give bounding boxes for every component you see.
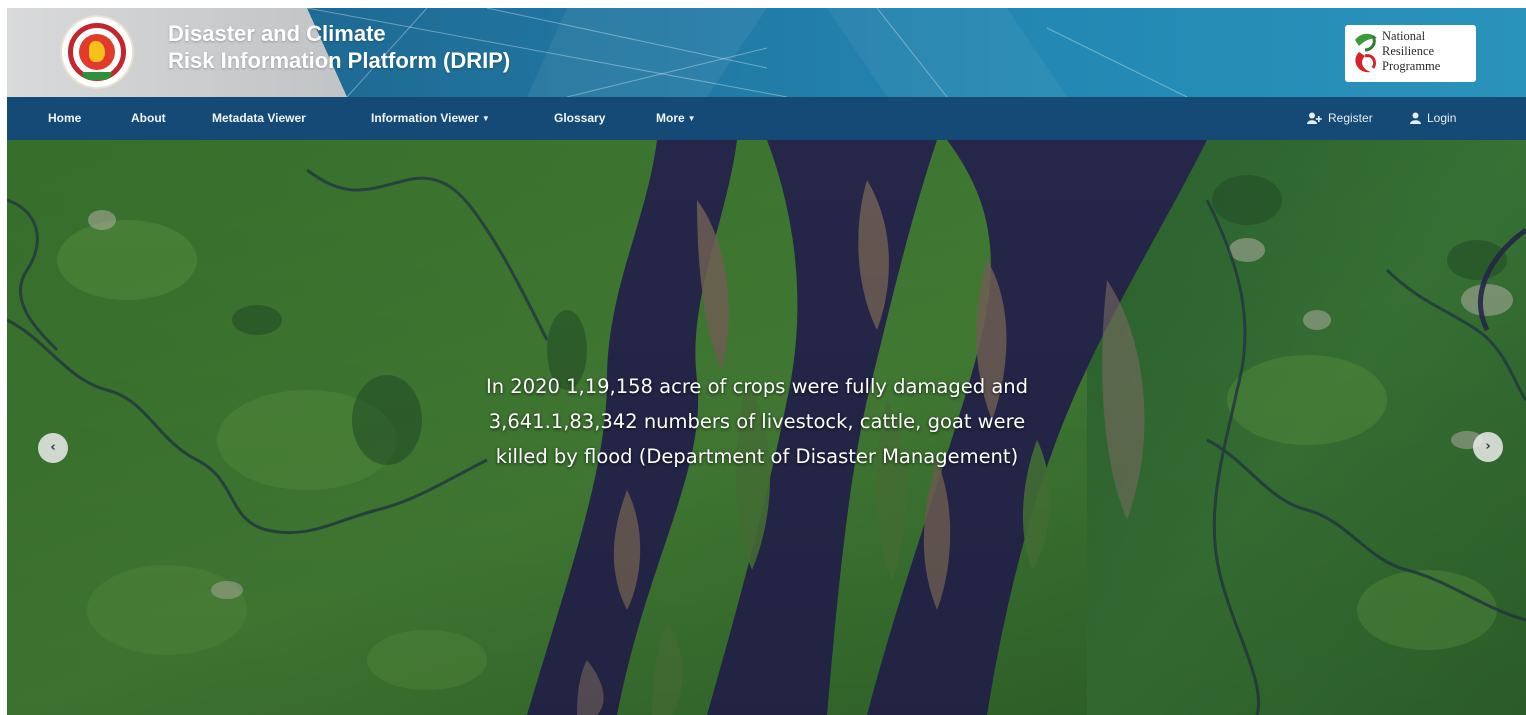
nav-metadata-viewer[interactable]: Metadata Viewer xyxy=(212,97,306,140)
site-title[interactable]: Disaster and Climate Risk Information Pl… xyxy=(168,20,510,74)
government-logo[interactable] xyxy=(62,17,132,87)
nav-more[interactable]: More ▼ xyxy=(656,97,696,140)
nav-glossary[interactable]: Glossary xyxy=(554,97,605,140)
login-link[interactable]: Login xyxy=(1410,97,1456,140)
hero-caption-line3: killed by flood (Department of Disaster … xyxy=(495,445,1019,468)
login-label: Login xyxy=(1427,111,1457,125)
nav-about-label: About xyxy=(131,111,166,125)
carousel-next-button[interactable]: › xyxy=(1473,432,1503,462)
nav-metadata-viewer-label: Metadata Viewer xyxy=(212,111,306,125)
site-header: Disaster and Climate Risk Information Pl… xyxy=(7,8,1526,97)
partner-logo-line2: Resilience xyxy=(1382,44,1435,58)
hero-caption-line1: In 2020 1,19,158 acre of crops were full… xyxy=(485,375,1029,398)
logo-wreath xyxy=(82,72,112,80)
page-frame: Disaster and Climate Risk Information Pl… xyxy=(7,8,1526,715)
nav-about[interactable]: About xyxy=(131,97,166,140)
site-title-line1: Disaster and Climate xyxy=(168,21,386,46)
chevron-right-icon: › xyxy=(1485,439,1491,454)
main-navbar: Home About Metadata Viewer Information V… xyxy=(7,97,1526,140)
nav-information-viewer-label: Information Viewer xyxy=(371,111,479,125)
hero-caption: In 2020 1,19,158 acre of crops were full… xyxy=(462,369,1052,474)
chevron-down-icon: ▼ xyxy=(481,114,490,123)
register-link[interactable]: Register xyxy=(1307,97,1373,140)
hero-carousel: In 2020 1,19,158 acre of crops were full… xyxy=(7,140,1526,715)
partner-logo-line3: Programme xyxy=(1382,59,1441,73)
logo-map xyxy=(89,41,105,62)
nav-glossary-label: Glossary xyxy=(554,111,606,125)
partner-logo-text: National Resilience Programme xyxy=(1382,29,1440,74)
partner-logo-line1: National xyxy=(1382,29,1426,43)
carousel-prev-button[interactable]: ‹ xyxy=(38,433,68,463)
site-title-line2: Risk Information Platform (DRIP) xyxy=(168,48,511,73)
chevron-down-icon: ▼ xyxy=(687,114,696,123)
chevron-left-icon: ‹ xyxy=(50,440,56,455)
partner-logo[interactable]: National Resilience Programme xyxy=(1345,25,1476,82)
nav-information-viewer[interactable]: Information Viewer ▼ xyxy=(371,97,490,140)
nrp-leaf-icon xyxy=(1355,33,1377,73)
user-icon xyxy=(1410,112,1421,124)
nav-home[interactable]: Home xyxy=(48,97,81,140)
nav-home-label: Home xyxy=(48,111,82,125)
user-plus-icon xyxy=(1307,112,1322,124)
nav-more-label: More xyxy=(656,111,685,125)
hero-caption-line2: 3,641.1,83,342 numbers of livestock, cat… xyxy=(488,410,1026,433)
register-label: Register xyxy=(1328,111,1373,125)
